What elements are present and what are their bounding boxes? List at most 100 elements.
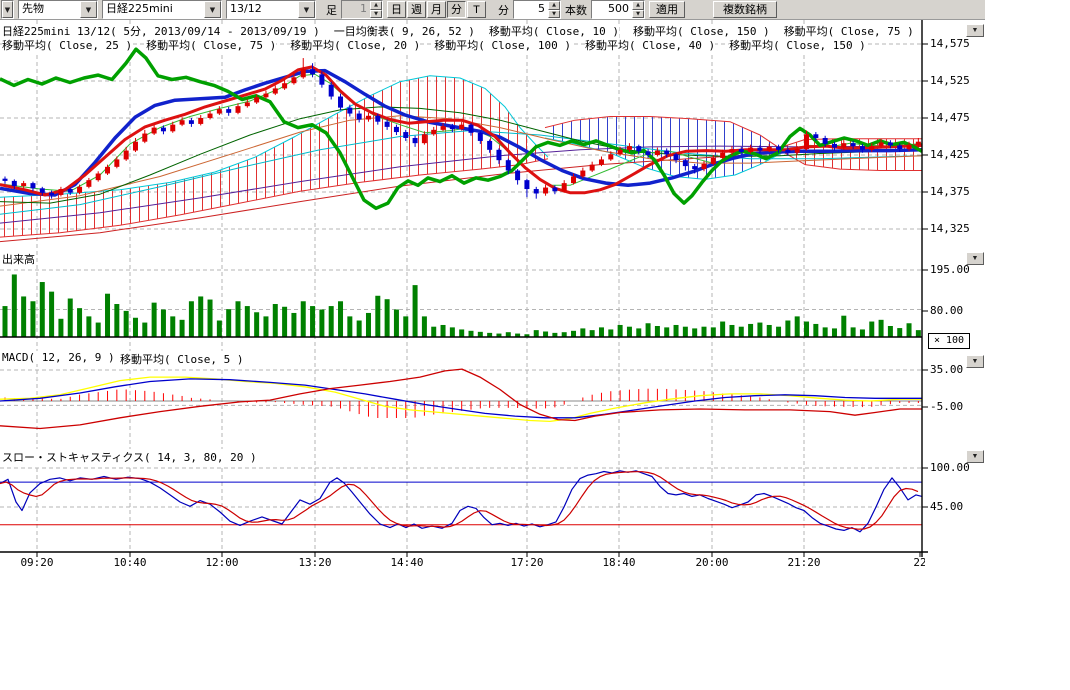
candle-body [907,145,912,149]
candle-body [394,127,399,132]
volume-bar [860,329,865,337]
candle-body [357,114,362,120]
stoch-k-line [0,471,922,532]
period-tick-button[interactable]: T [467,1,486,18]
candle-body [21,183,26,186]
chevron-down-icon[interactable]: ▼ [80,1,97,18]
volume-bar [338,301,343,337]
volume-bar [142,323,147,337]
candle-body [674,154,679,160]
multi-symbol-button[interactable]: 複数銘柄 [713,1,777,18]
volume-bar [571,331,576,337]
minutes-spinner[interactable]: 5 ▲▼ [513,0,561,19]
candle-body [478,133,483,141]
volume-bar [543,332,548,337]
period-monthly-button[interactable]: 月 [427,1,446,18]
volume-bar [729,325,734,337]
candle-body [441,126,446,130]
candle-body [114,159,119,166]
apply-button[interactable]: 適用 [649,1,685,18]
candle-body [161,128,166,132]
candle-body [40,188,45,192]
chart-canvas[interactable] [0,20,1070,690]
clipped-combo[interactable]: ▼ [1,0,14,19]
volume-bar [664,327,669,337]
volume-bar [506,332,511,337]
volume-bar [282,307,287,337]
candle-body [851,143,856,146]
candle-body [711,158,716,164]
candle-body [618,150,623,154]
minutes-label: 分 [498,2,509,18]
period-weekly-button[interactable]: 週 [407,1,426,18]
volume-bar [403,316,408,337]
volume-bar [254,312,259,337]
volume-bar [86,316,91,337]
candle-body [869,146,874,150]
candle-body [627,146,632,150]
instrument-combo[interactable]: 日経225mini ▼ [102,0,222,19]
volume-bar [21,296,26,337]
candle-body [795,149,800,153]
candle-body [329,85,334,97]
contract-month-combo[interactable]: 13/12 ▼ [226,0,316,19]
period-daily-button[interactable]: 日 [387,1,406,18]
candle-body [580,171,585,177]
contract-month-value: 13/12 [227,1,298,18]
spinner-arrows-icon[interactable]: ▲▼ [632,1,644,18]
volume-bar [869,322,874,337]
macd-panel-menu-button[interactable]: ▼ [966,355,984,368]
candle-body [236,106,241,113]
volume-bar [748,324,753,337]
bar-type-label: 足 [326,2,337,18]
chevron-down-icon[interactable]: ▼ [2,1,13,18]
candle-body [459,125,464,129]
period-minute-button[interactable]: 分 [447,1,466,18]
volume-bar [785,321,790,337]
price-panel-menu-button[interactable]: ▼ [966,24,984,37]
volume-bar [757,323,762,337]
instrument-type-combo[interactable]: 先物 ▼ [18,0,98,19]
volume-bar [301,301,306,337]
volume-bar [263,316,268,337]
chevron-down-icon[interactable]: ▼ [298,1,315,18]
volume-bar [273,304,278,337]
candle-body [245,102,250,106]
chevron-down-icon[interactable]: ▼ [204,1,221,18]
stoch-panel-menu-button[interactable]: ▼ [966,450,984,463]
candle-body [105,167,110,174]
candle-body [282,83,287,88]
candle-body [338,97,343,108]
volume-bar [105,294,110,337]
candle-body [655,151,660,155]
candle-body [3,179,8,181]
minutes-value: 5 [514,1,548,18]
volume-panel-menu-button[interactable]: ▼ [966,252,984,265]
spinner-arrows-icon[interactable]: ▲▼ [370,1,382,18]
candle-body [683,160,688,166]
candle-body [785,150,790,153]
candle-body [841,143,846,147]
candle-body [170,125,175,132]
candle-body [12,181,17,186]
bars-count-spinner[interactable]: 500 ▲▼ [591,0,645,19]
candle-body [96,174,101,181]
candle-body [692,166,697,169]
candle-body [636,146,641,151]
spinner-arrows-icon[interactable]: ▲▼ [548,1,560,18]
volume-bar [674,325,679,337]
volume-bar [3,306,8,337]
volume-bar [226,309,231,337]
volume-bar [776,327,781,337]
volume-bar [208,300,213,337]
instrument-type-value: 先物 [19,1,80,18]
volume-bar [646,323,651,337]
candle-body [888,142,893,145]
volume-bar [347,316,352,337]
candle-body [469,125,474,133]
volume-bar [413,285,418,337]
bar-interval-spinner[interactable]: 1 ▲▼ [341,0,383,19]
candle-body [664,151,669,155]
volume-bar [711,327,716,337]
volume-bar [422,316,427,337]
